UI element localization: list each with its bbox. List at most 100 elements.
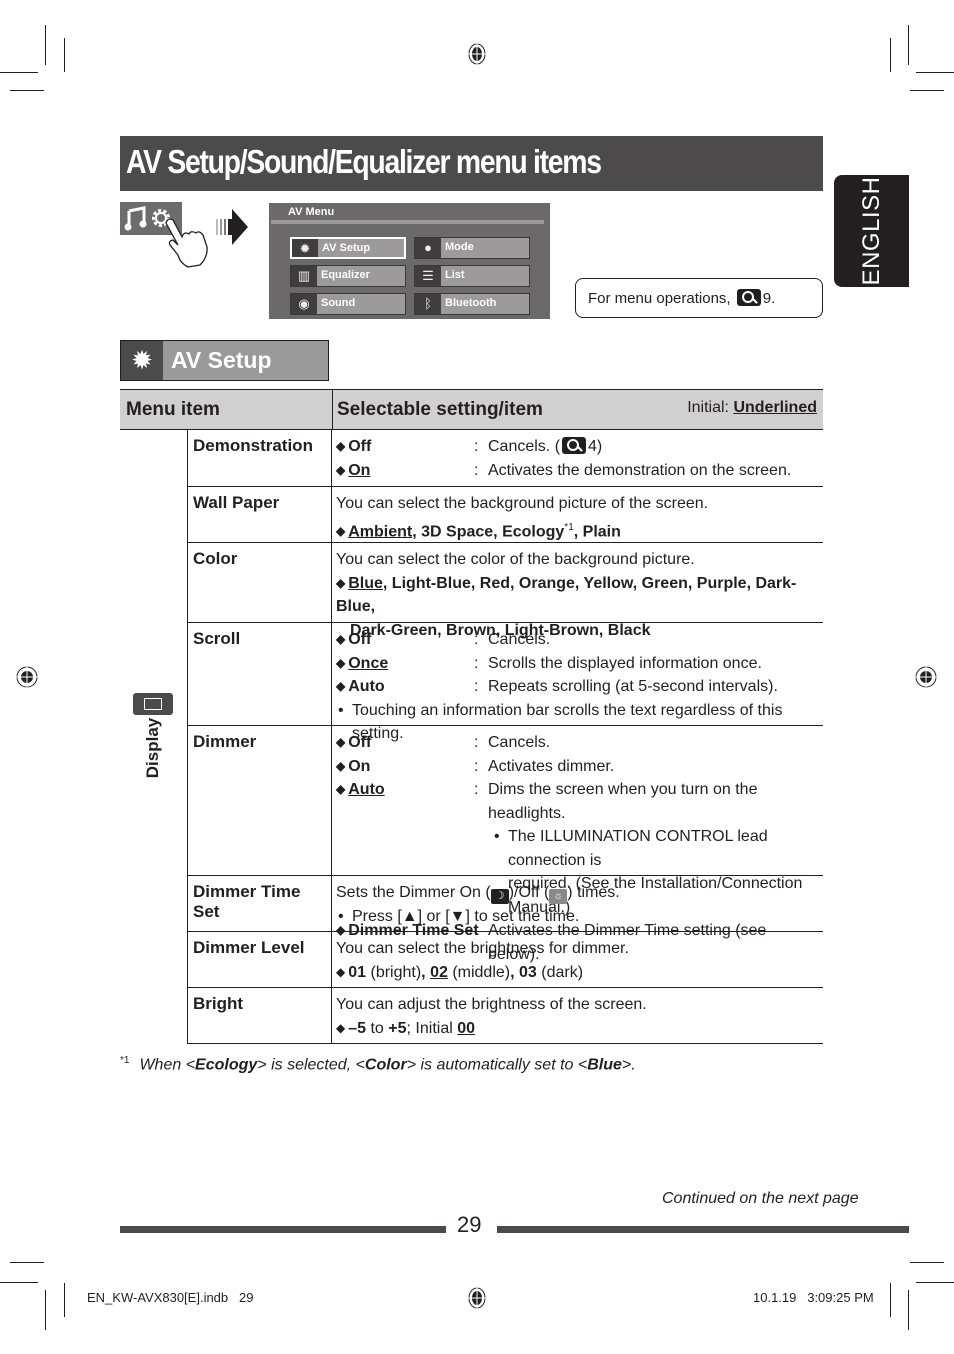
menu-item-name: Bright — [188, 988, 332, 1043]
option-list: ◆ 01 (bright), 02 (middle), 03 (dark) — [336, 963, 584, 981]
table-body: Display Demonstration ◆ Off: Cancels. (4) … — [120, 430, 823, 1044]
crop-mark — [10, 1262, 44, 1263]
operations-note-text: For menu operations, — [588, 290, 731, 307]
row-description: You can adjust the brightness of the scr… — [336, 996, 647, 1013]
av-menu-button-mode[interactable]: ● Mode — [414, 237, 530, 259]
menu-operations-note: For menu operations, 9. — [575, 278, 823, 318]
option-off: ◆ Off: Cancels. (4) — [336, 437, 603, 455]
pointing-hand-icon — [165, 218, 208, 268]
av-menu-button-equalizer[interactable]: ▥ Equalizer — [290, 265, 406, 287]
menu-item-name: Scroll — [188, 623, 332, 725]
av-menu-button-av-setup[interactable]: ✹ AV Setup — [290, 237, 406, 259]
av-menu-button-label: Sound — [321, 297, 356, 309]
option-off: ◆ Off: Cancels. — [336, 631, 551, 648]
moon-icon: ☽ — [490, 889, 509, 904]
menu-item-name: Dimmer — [188, 726, 332, 875]
crop-mark — [64, 1283, 65, 1317]
crop-mark — [890, 38, 891, 72]
option-range: ◆ –5 to +5; Initial 00 — [336, 1019, 476, 1037]
initial-legend-value: Underlined — [733, 399, 817, 416]
registration-mark-icon — [467, 43, 487, 65]
table-row-color: Color You can select the color of the ba… — [188, 543, 823, 639]
page-number: 29 — [457, 1212, 482, 1237]
print-slug-file: EN_KW-AVX830[E].indb 29 — [87, 1290, 254, 1305]
registration-mark-icon — [16, 666, 38, 688]
av-menu-screen: AV Menu ✹ AV Setup ● Mode ▥ Equalizer ☰ … — [269, 203, 550, 319]
crop-mark — [0, 1282, 38, 1283]
row-description: You can select the brightness for dimmer… — [336, 940, 629, 957]
menu-item-name: Demonstration — [188, 430, 332, 486]
continued-note: Continued on the next page — [662, 1190, 859, 1207]
option-list: ◆ Blue, Light-Blue, Red, Orange, Yellow, … — [336, 574, 797, 616]
option-on: ◆ On: Activates dimmer. — [336, 757, 615, 775]
gear-icon: ✹ — [121, 341, 163, 380]
display-icon — [133, 693, 173, 715]
table-row-scroll: Scroll ◆ Off: Cancels. ◆ Once: Scrolls the d… — [188, 623, 823, 742]
row-description: Sets the Dimmer On (☽)/Off (☼) times. — [336, 884, 620, 904]
initial-legend-label: Initial: — [687, 399, 729, 416]
display-group-label: Display — [143, 717, 162, 779]
crop-mark — [908, 25, 909, 65]
crop-mark — [0, 72, 38, 73]
av-menu-button-list[interactable]: ☰ List — [414, 265, 530, 287]
bluetooth-icon: ᛒ — [415, 294, 441, 314]
column-header-setting: Selectable setting/item — [337, 399, 543, 420]
mode-icon: ● — [415, 238, 441, 258]
magnifier-reference-icon — [562, 437, 587, 454]
table-header: Menu item Selectable setting/item Initia… — [120, 389, 823, 430]
av-menu-button-label: Bluetooth — [445, 297, 497, 309]
down-arrow-icon: ▼ — [449, 907, 466, 925]
display-group: Display — [120, 430, 188, 1044]
table-row-dimmer-time-set: Dimmer Time Set Sets the Dimmer On (☽)/O… — [188, 876, 823, 932]
language-label: ENGLISH — [857, 176, 885, 286]
registration-mark-icon — [467, 1287, 487, 1309]
crop-mark — [64, 38, 65, 72]
footer-bar-right — [497, 1226, 909, 1233]
av-menu-button-label: Equalizer — [321, 269, 370, 281]
print-slug-timestamp: 10.1.19 3:09:25 PM — [753, 1290, 874, 1305]
menu-item-name: Wall Paper — [188, 487, 332, 542]
menu-item-name: Dimmer Level — [188, 932, 332, 987]
section-header: ✹ AV Setup — [120, 340, 329, 381]
arrow-right-icon — [216, 209, 248, 245]
crop-mark — [890, 1283, 891, 1317]
list-icon: ☰ — [415, 266, 441, 286]
crop-mark — [916, 1282, 954, 1283]
av-menu-title: AV Menu — [288, 206, 335, 218]
option-list: ◆ Ambient, 3D Space, Ecology*1, Plain — [336, 521, 621, 540]
option-off: ◆ Off: Cancels. — [336, 734, 551, 751]
crop-mark — [908, 1290, 909, 1330]
menu-item-name: Color — [188, 543, 332, 622]
table-row-wall-paper: Wall Paper You can select the background… — [188, 487, 823, 543]
av-menu-button-label: List — [445, 269, 465, 281]
option-auto: ◆ Auto: Repeats scrolling (at 5-second int… — [336, 678, 778, 695]
row-note: Press [▲] or [▼] to set the time. — [336, 905, 817, 929]
settings-table: Menu item Selectable setting/item Initia… — [120, 389, 823, 1044]
crop-mark — [910, 1262, 944, 1263]
footnote: *1 When <Ecology> is selected, <Color> is… — [120, 1055, 636, 1074]
equalizer-icon: ▥ — [291, 266, 317, 286]
av-menu-title-underline — [271, 220, 544, 224]
crop-mark — [916, 72, 954, 73]
menu-item-name: Dimmer Time Set — [188, 876, 332, 931]
av-menu-button-label: AV Setup — [322, 242, 371, 254]
table-row-demonstration: Demonstration ◆ Off: Cancels. (4) ◆ On: Acti… — [188, 430, 823, 487]
row-description: You can select the background picture of… — [336, 495, 709, 512]
av-menu-button-bluetooth[interactable]: ᛒ Bluetooth — [414, 293, 530, 315]
av-menu-button-label: Mode — [445, 241, 474, 253]
row-description: You can select the color of the backgrou… — [336, 551, 695, 568]
magnifier-reference-icon — [736, 289, 761, 306]
option-once: ◆ Once: Scrolls the displayed information … — [336, 654, 762, 672]
option-on: ◆ On: Activates the demonstration on the s… — [336, 461, 792, 479]
up-arrow-icon: ▲ — [401, 907, 418, 925]
initial-legend: Initial: Underlined — [687, 399, 817, 417]
crop-mark — [45, 25, 46, 65]
table-row-dimmer: Dimmer ◆ Off: Cancels. ◆ On: Activates dimme… — [188, 726, 823, 963]
footnote-mark: *1 — [120, 1055, 130, 1066]
footer-bar-left — [120, 1226, 446, 1233]
column-header-menu-item: Menu item — [126, 399, 220, 420]
operations-page-ref: 9. — [762, 290, 776, 307]
section-title: AV Setup — [171, 347, 272, 373]
gear-icon: ✹ — [292, 239, 318, 257]
av-menu-button-sound[interactable]: ◉ Sound — [290, 293, 406, 315]
